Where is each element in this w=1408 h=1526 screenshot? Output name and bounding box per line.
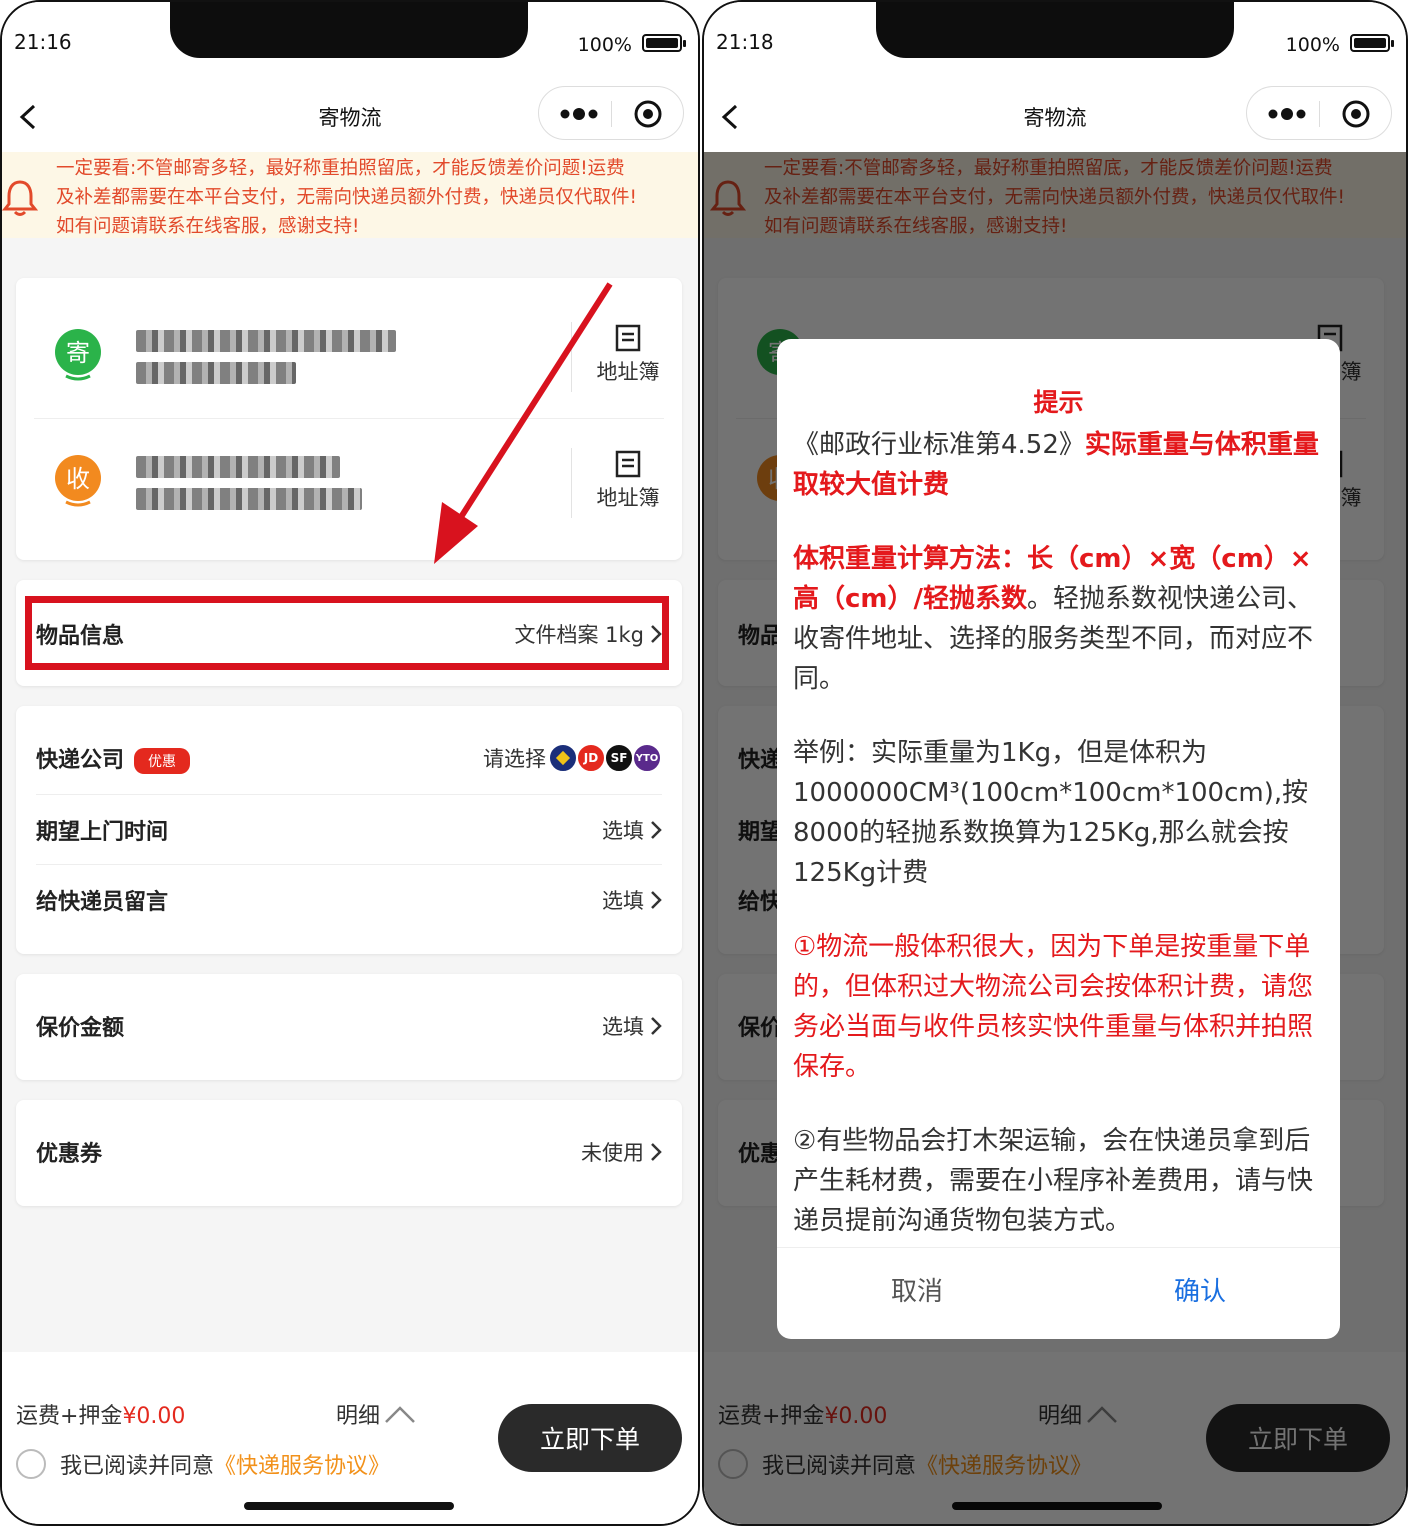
address-book-label: 地址簿: [596, 360, 660, 384]
chevron-right-icon: [651, 821, 662, 839]
sender-address-book-button[interactable]: 地址簿: [588, 324, 668, 386]
nav-bar: 寄物流: [2, 82, 698, 152]
insured-amount-label: 保价金额: [36, 1016, 125, 1041]
dialog-title: 提示: [1033, 388, 1084, 417]
example-text: 举例：实际重量为1Kg，但是体积为1000000CM³(100cm*100cm*…: [793, 738, 1309, 888]
battery-percent: 100%: [1285, 34, 1340, 56]
battery-icon: [1350, 34, 1394, 52]
insured-card: 保价金额 选填: [16, 974, 682, 1080]
address-book-icon: [615, 450, 641, 478]
sender-address-blurred: [136, 362, 296, 384]
phone-screen-left: 21:16 100% 寄物流 一定要看:不管邮寄多轻，最好称重拍照留底，才能反馈…: [0, 0, 700, 1526]
fee-detail-toggle[interactable]: 明细: [336, 1398, 418, 1430]
agree-text: 我已阅读并同意: [60, 1454, 215, 1479]
item-info-highlight: [25, 596, 669, 670]
order-footer: 运费+押金¥0.00 明细 我已阅读并同意 《快递服务协议》 立即下单: [2, 1352, 698, 1524]
sf-logo-icon: SF: [604, 743, 634, 773]
detail-label: 明细: [336, 1404, 381, 1429]
insured-amount-value: 选填: [602, 1015, 644, 1039]
courier-message-value: 选填: [602, 889, 644, 913]
receiver-info-blurred: [136, 456, 340, 478]
logistics-warning: ①物流一般体积很大，因为下单是按重量下单的，但体积过大物流公司会按体积计费，请您…: [793, 932, 1314, 1082]
courier-message-row[interactable]: 给快递员留言 选填: [36, 870, 662, 930]
pickup-time-row[interactable]: 期望上门时间 选填: [36, 800, 662, 860]
sender-info-blurred: [136, 330, 396, 352]
sender-badge-label: 寄: [66, 339, 90, 367]
tip-dialog: 提示 《邮政行业标准第4.52》实际重量与体积重量取较大值计费 体积重量计算方法…: [777, 339, 1340, 1339]
home-indicator: [244, 1502, 454, 1510]
place-order-button[interactable]: 立即下单: [498, 1404, 682, 1472]
coupon-card: 优惠券 未使用: [16, 1100, 682, 1206]
close-target-icon[interactable]: [633, 99, 663, 129]
courier-message-label: 给快递员留言: [36, 890, 169, 915]
close-target-icon[interactable]: [1341, 99, 1371, 129]
battery-percent: 100%: [577, 34, 632, 56]
discount-tag: 优惠: [134, 748, 191, 774]
notch: [876, 2, 1234, 58]
packaging-note: ②有些物品会打木架运输，会在快递员拿到后产生耗材费，需要在小程序补差费用，请与快…: [793, 1126, 1314, 1236]
jd-logo-icon: JD: [576, 743, 606, 773]
status-bar: 21:18 100%: [704, 2, 1406, 82]
chevron-up-icon: [385, 1406, 415, 1423]
address-card: 寄 地址簿 收 地址簿: [16, 278, 682, 560]
service-agreement-link[interactable]: 《快递服务协议》: [214, 1448, 390, 1480]
coupon-value: 未使用: [581, 1141, 644, 1165]
pickup-time-value: 选填: [602, 819, 644, 843]
courier-company-value: 请选择: [483, 747, 546, 771]
battery-icon: [642, 34, 686, 52]
more-dots-icon[interactable]: [557, 99, 601, 129]
cancel-button[interactable]: 取消: [777, 1271, 1057, 1308]
notice-banner: 一定要看:不管邮寄多轻，最好称重拍照留底，才能反馈差价问题!运费 及补差都需要在…: [2, 152, 698, 238]
receiver-address-blurred: [136, 488, 362, 510]
courier-logo-blue-icon: [548, 743, 578, 773]
chevron-right-icon: [651, 1143, 662, 1161]
receiver-address-row[interactable]: 收 地址簿: [16, 422, 682, 546]
phone-screen-right: 21:18 100% 寄物流 一定要看:不管邮寄多轻，最好称重拍照留底，才能反馈…: [702, 0, 1408, 1526]
more-dots-icon[interactable]: [1265, 99, 1309, 129]
coupon-row[interactable]: 优惠券 未使用: [36, 1122, 662, 1182]
receiver-badge-icon: 收: [55, 455, 101, 507]
insured-amount-row[interactable]: 保价金额 选填: [36, 996, 662, 1056]
receiver-badge-label: 收: [66, 465, 90, 493]
sender-badge-icon: 寄: [55, 329, 101, 381]
notch: [170, 2, 528, 58]
pickup-time-label: 期望上门时间: [36, 820, 169, 845]
dialog-body: 《邮政行业标准第4.52》实际重量与体积重量取较大值计费 体积重量计算方法：长（…: [793, 425, 1324, 1241]
mini-program-capsule: [538, 86, 684, 140]
agree-radio[interactable]: [16, 1449, 46, 1479]
notice-text: 一定要看:不管邮寄多轻，最好称重拍照留底，才能反馈差价问题!运费 及补差都需要在…: [56, 158, 637, 237]
receiver-address-book-button[interactable]: 地址簿: [588, 450, 668, 512]
agreement-row: 我已阅读并同意 《快递服务协议》: [16, 1448, 390, 1480]
address-book-icon: [615, 324, 641, 352]
chevron-right-icon: [651, 1017, 662, 1035]
address-book-label: 地址簿: [596, 486, 660, 510]
coupon-label: 优惠券: [36, 1142, 103, 1167]
delivery-options-card: 快递公司 优惠 请选择 JD SF YTO 期望上门时间 选填 给快递员留言 选填: [16, 706, 682, 954]
sender-address-row[interactable]: 寄 地址簿: [16, 296, 682, 420]
yto-logo-icon: YTO: [632, 743, 662, 773]
bell-icon: [2, 180, 38, 216]
courier-company-label: 快递公司: [36, 748, 125, 773]
chevron-right-icon: [651, 891, 662, 909]
mini-program-capsule: [1246, 86, 1392, 140]
standard-reference: 《邮政行业标准第4.52》: [793, 430, 1085, 460]
nav-bar: 寄物流: [704, 82, 1406, 152]
status-time: 21:16: [14, 30, 72, 54]
status-bar: 21:16 100%: [2, 2, 698, 82]
courier-company-row[interactable]: 快递公司 优惠 请选择 JD SF YTO: [36, 728, 662, 788]
fee-value: ¥0.00: [122, 1404, 186, 1429]
fee-label: 运费+押金: [16, 1404, 123, 1429]
confirm-button[interactable]: 确认: [1060, 1271, 1340, 1308]
status-time: 21:18: [716, 30, 774, 54]
